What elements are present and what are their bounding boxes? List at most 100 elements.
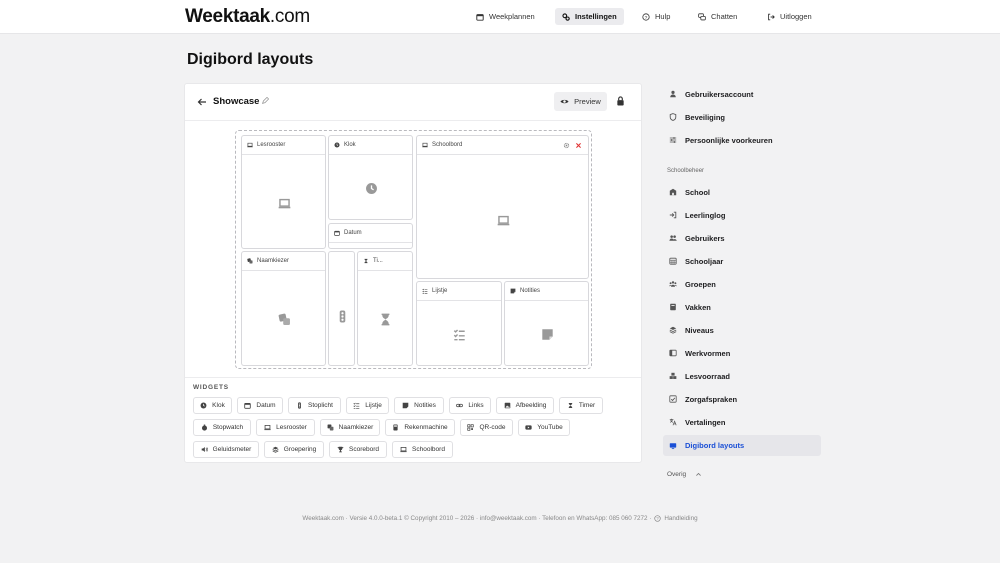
sidebar-item-gebruikers[interactable]: Gebruikers — [663, 228, 821, 248]
sidebar-item-label: Vakken — [685, 302, 711, 312]
widget-chip-qr-code[interactable]: QR-code — [460, 419, 513, 436]
canvas-widget-lesrooster[interactable]: Lesrooster — [241, 135, 326, 249]
weektaak-logo[interactable]: Weektaak.com — [185, 6, 310, 28]
sidebar-item-persoonlijke-voorkeuren[interactable]: Persoonlijke voorkeuren — [663, 130, 821, 150]
note-icon — [542, 329, 553, 340]
youtube-icon — [525, 425, 532, 430]
sidebar-item-groepen[interactable]: Groepen — [663, 274, 821, 294]
nav-hulp[interactable]: ? Hulp — [642, 8, 670, 25]
page-title: Digibord layouts — [187, 51, 314, 68]
hourglass-icon — [568, 403, 573, 408]
sidebar-overig-label: Overig — [667, 471, 687, 478]
canvas-widget-timer[interactable]: Ti... — [357, 251, 413, 366]
sidebar-item-schooljaar[interactable]: Schooljaar — [663, 251, 821, 271]
canvas-widget-stoplicht[interactable] — [328, 251, 355, 366]
nav-weekplannen[interactable]: Weekplannen — [476, 8, 535, 25]
traffic-light-icon — [339, 310, 346, 323]
widget-chip-youtube[interactable]: YouTube — [518, 419, 570, 436]
back-arrow-icon[interactable] — [197, 97, 207, 107]
widget-title: Lesrooster — [257, 142, 286, 148]
note-icon — [510, 288, 516, 294]
speaker-icon — [201, 447, 208, 452]
users-icon — [669, 235, 677, 241]
widget-chip-naamkiezer[interactable]: Naamkiezer — [320, 419, 380, 436]
preview-button[interactable]: Preview — [554, 92, 607, 111]
sidebar-item-lesvoorraad[interactable]: Lesvoorraad — [663, 366, 821, 386]
close-icon[interactable] — [575, 142, 582, 149]
calendar-icon — [476, 13, 484, 21]
widget-chip-datum[interactable]: Datum — [237, 397, 283, 414]
sidebar-item-beveiliging[interactable]: Beveiliging — [663, 107, 821, 127]
sidebar-overig-toggle[interactable]: Overig — [667, 471, 702, 478]
widget-chip-geluidsmeter[interactable]: Geluidsmeter — [193, 441, 259, 458]
sliders-icon — [669, 137, 677, 143]
widget-chip-label: YouTube — [537, 424, 563, 431]
widget-chip-stoplicht[interactable]: Stoplicht — [288, 397, 341, 414]
clock-icon — [366, 183, 377, 194]
widget-header: Klok — [329, 136, 412, 155]
canvas-widget-notities[interactable]: Notities — [504, 281, 589, 366]
canvas-widget-schoolbord[interactable]: Schoolbord — [416, 135, 589, 279]
canvas-widget-klok[interactable]: Klok — [328, 135, 413, 220]
sidebar-item-zorgafspraken[interactable]: Zorgafspraken — [663, 389, 821, 409]
sidebar-item-gebruikersaccount[interactable]: Gebruikersaccount — [663, 84, 821, 104]
layout-name: Showcase — [213, 96, 260, 107]
laptop-icon — [497, 215, 510, 226]
widget-chip-scorebord[interactable]: Scorebord — [329, 441, 387, 458]
page-footer: Weektaak.com · Versie 4.0.0-beta.1 © Cop… — [0, 515, 1000, 522]
canvas-widget-naamkiezer[interactable]: Naamkiezer — [241, 251, 326, 366]
widget-chip-label: Afbeelding — [515, 402, 547, 409]
layers-icon — [669, 326, 677, 334]
layout-editor-card: Showcase Preview Lesrooster Klok Schoolb… — [184, 83, 642, 463]
layout-canvas[interactable]: Lesrooster Klok Schoolbord Datum Naamkie… — [235, 130, 592, 369]
nav-chatten[interactable]: Chatten — [698, 8, 737, 25]
widget-chip-notities[interactable]: Notities — [394, 397, 444, 414]
widget-chip-stopwatch[interactable]: Stopwatch — [193, 419, 251, 436]
sidebar-item-niveaus[interactable]: Niveaus — [663, 320, 821, 340]
checklist-icon — [422, 288, 428, 294]
nav-chatten-label: Chatten — [711, 12, 738, 21]
dice-icon — [327, 424, 334, 431]
sidebar-item-werkvormen[interactable]: Werkvormen — [663, 343, 821, 363]
editor-header: Showcase Preview — [185, 84, 641, 121]
sidebar-item-school[interactable]: School — [663, 182, 821, 202]
lock-icon[interactable] — [616, 96, 625, 106]
canvas-widget-datum[interactable]: Datum — [328, 223, 413, 249]
widget-chip-label: Lijstje — [365, 402, 382, 409]
pencil-icon[interactable] — [261, 97, 269, 105]
nav-instellingen[interactable]: Instellingen — [555, 8, 624, 25]
widget-title: Naamkiezer — [257, 258, 290, 264]
widget-chip-afbeelding[interactable]: Afbeelding — [496, 397, 554, 414]
widget-chip-lijstje[interactable]: Lijstje — [346, 397, 389, 414]
widget-chip-label: Groepering — [283, 446, 317, 453]
laptop-icon — [422, 142, 428, 148]
canvas-widget-lijstje[interactable]: Lijstje — [416, 281, 502, 366]
widget-chip-links[interactable]: Links — [449, 397, 491, 414]
boxes-icon — [669, 372, 677, 379]
widget-title: Schoolbord — [432, 142, 463, 148]
widget-chip-lesrooster[interactable]: Lesrooster — [256, 419, 315, 436]
sign-in-icon — [669, 211, 677, 219]
widget-chip-label: Rekenmachine — [404, 424, 448, 431]
sidebar-item-vertalingen[interactable]: Vertalingen — [663, 412, 821, 432]
widget-chip-rekenmachine[interactable]: Rekenmachine — [385, 419, 455, 436]
sidebar-item-digibord-layouts[interactable]: Digibord layouts — [663, 435, 821, 456]
help-circle-icon: ? — [654, 515, 661, 522]
laptop-icon — [278, 198, 291, 209]
footer-manual-link[interactable]: Handleiding — [664, 515, 697, 522]
nav-weekplannen-label: Weekplannen — [489, 12, 535, 21]
sidebar-item-vakken[interactable]: Vakken — [663, 297, 821, 317]
widget-chip-label: Geluidsmeter — [212, 446, 252, 453]
widget-chip-schoolbord[interactable]: Schoolbord — [392, 441, 453, 458]
widget-tools — [563, 142, 582, 149]
gear-icon[interactable] — [563, 142, 570, 149]
nav-uitloggen[interactable]: Uitloggen — [767, 8, 812, 25]
checkbox-icon — [669, 395, 677, 403]
sidebar-item-label: Gebruikers — [685, 233, 725, 243]
sidebar-item-leerlinglog[interactable]: Leerlinglog — [663, 205, 821, 225]
widget-chip-timer[interactable]: Timer — [559, 397, 603, 414]
widget-chip-klok[interactable]: Klok — [193, 397, 232, 414]
monitor-icon — [669, 442, 677, 449]
columns-icon — [669, 349, 677, 357]
widget-chip-groepering[interactable]: Groepering — [264, 441, 324, 458]
